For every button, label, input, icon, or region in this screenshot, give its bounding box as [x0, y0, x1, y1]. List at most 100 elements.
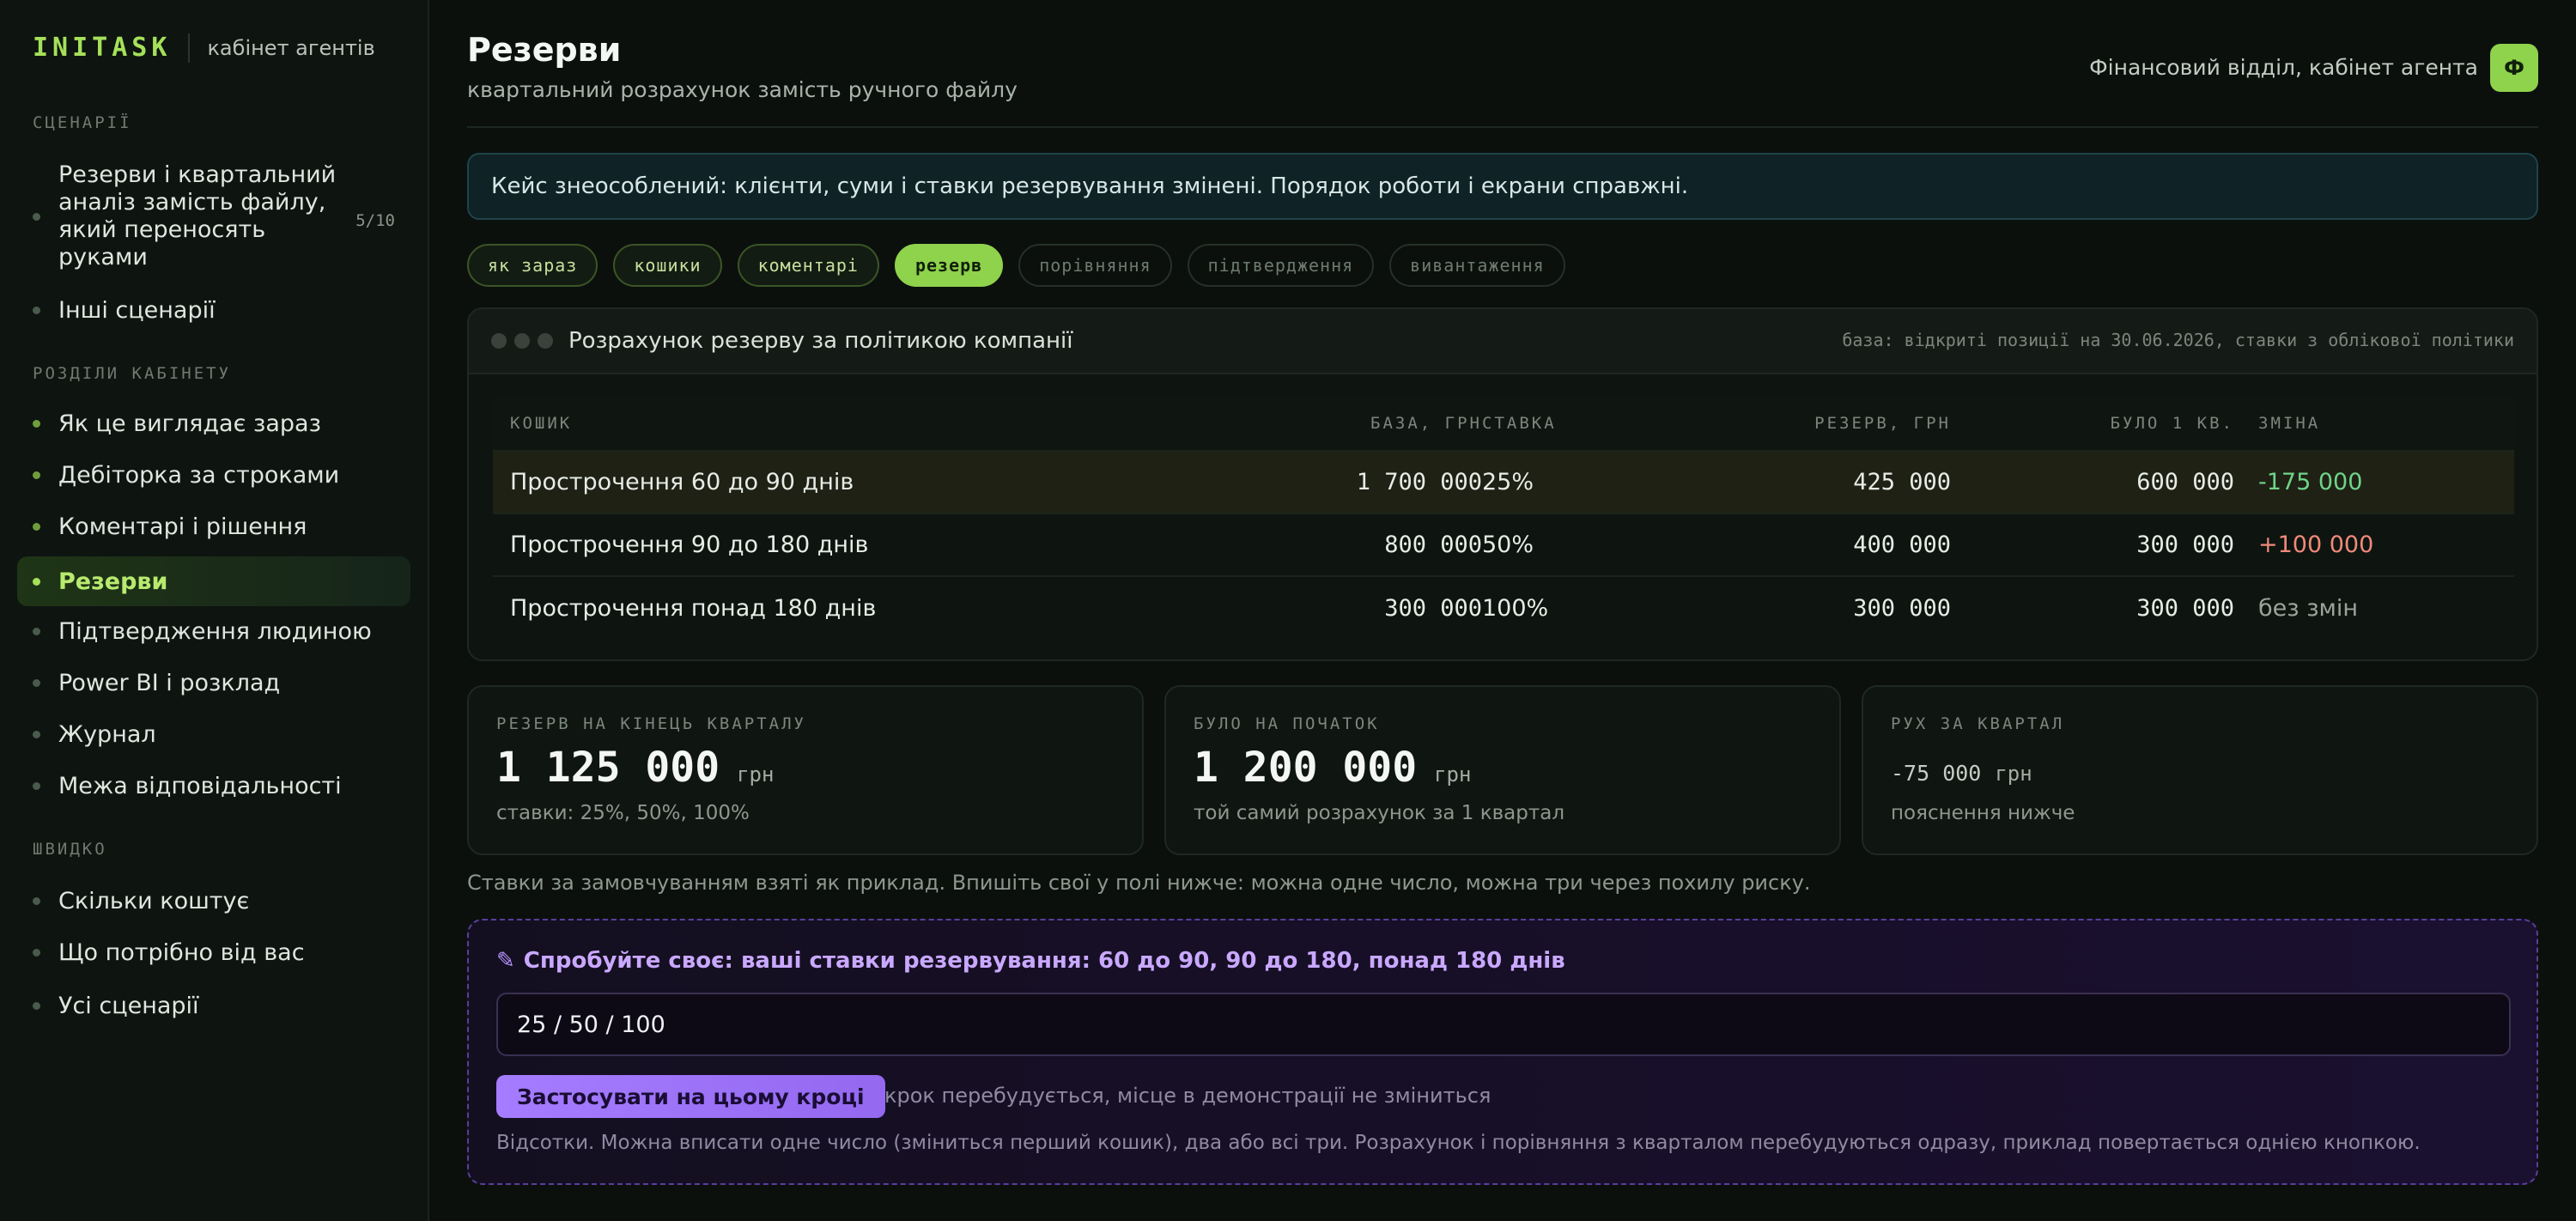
- brand: INITASK кабінет агентів: [33, 33, 375, 63]
- stat-unit: грн: [1995, 762, 2032, 786]
- cell-bucket: Прострочення понад 180 днів: [510, 595, 877, 622]
- user-label: Фінансовий відділ, кабінет агента: [2089, 55, 2478, 80]
- bullet-icon: [33, 679, 40, 687]
- bullet-icon: [33, 628, 40, 635]
- try-title: ✎ Спробуйте своє: ваші ставки резервуван…: [496, 948, 1565, 974]
- stat-label: БУЛО НА ПОЧАТОК: [1194, 714, 1380, 733]
- bullet-icon: [33, 782, 40, 790]
- stat-unit: грн: [737, 762, 775, 787]
- sidebar-item-label: Підтвердження людиною: [58, 617, 372, 645]
- sidebar-item-comments[interactable]: Коментарі і рішення: [17, 505, 410, 548]
- stat-reserve-start: БУЛО НА ПОЧАТОК 1 200 000 грн той самий …: [1164, 685, 1841, 855]
- col-change: ЗМІНА: [2258, 414, 2321, 433]
- cell-base: 800 000: [1384, 532, 1482, 558]
- stat-note: той самий розрахунок за 1 квартал: [1194, 802, 1565, 824]
- bullet-icon: [33, 471, 40, 479]
- scenarios-label: СЦЕНАРІЇ: [33, 113, 132, 132]
- cell-was: 300 000: [2136, 595, 2234, 622]
- sidebar-scenario-reserves[interactable]: Резерви і квартальний аналіз замість фай…: [17, 158, 410, 275]
- stat-value: -75 000 грн: [1891, 761, 2032, 786]
- bullet-icon: [33, 897, 40, 905]
- header-divider: [467, 126, 2538, 128]
- card-header: Розрахунок резерву за політикою компанії…: [469, 309, 2537, 374]
- stat-number: 1 200 000: [1194, 744, 1418, 792]
- cell-base: 300 000: [1384, 595, 1482, 622]
- bullet-icon: [33, 578, 40, 586]
- sidebar-item-cost[interactable]: Скільки коштує: [17, 879, 410, 922]
- stat-note: ставки: 25%, 50%, 100%: [496, 802, 750, 824]
- stat-reserve-end: РЕЗЕРВ НА КІНЕЦЬ КВАРТАЛУ 1 125 000 грн …: [467, 685, 1144, 855]
- bullet-icon: [33, 307, 40, 314]
- sidebar-item-label: Скільки коштує: [58, 887, 250, 914]
- brand-divider: [188, 33, 191, 63]
- cell-was: 600 000: [2136, 469, 2234, 495]
- quick-label: ШВИДКО: [33, 840, 107, 859]
- sidebar: INITASK кабінет агентів СЦЕНАРІЇ Резерви…: [0, 0, 429, 1221]
- try-footnote: Відсотки. Можна вписати одне число (змін…: [496, 1132, 2421, 1154]
- sidebar-item-label: Як це виглядає зараз: [58, 410, 321, 437]
- stat-number: -75 000: [1891, 761, 1982, 786]
- cell-was: 300 000: [2136, 532, 2234, 558]
- col-rate: СТАВКА: [1482, 414, 1557, 433]
- step-chip-comments[interactable]: коментарі: [737, 244, 879, 287]
- sidebar-item-all-scenarios[interactable]: Усі сценарії: [17, 984, 410, 1027]
- sections-label: РОЗДІЛИ КАБІНЕТУ: [33, 364, 232, 383]
- table-row[interactable]: Прострочення 90 до 180 днів 800 000 50% …: [493, 514, 2514, 577]
- sidebar-item-receivables[interactable]: Дебіторка за строками: [17, 453, 410, 496]
- sidebar-scenario-label: Інші сценарії: [58, 296, 216, 324]
- stat-value: 1 125 000 грн: [496, 744, 774, 792]
- card-meta: база: відкриті позиції на 30.06.2026, ст…: [1842, 330, 2514, 350]
- sidebar-item-label: Power BI і розклад: [58, 669, 281, 696]
- try-title-text: Спробуйте своє: ваші ставки резервування…: [523, 948, 1565, 974]
- step-chip-approval[interactable]: підтвердження: [1187, 244, 1375, 287]
- rates-input[interactable]: [496, 993, 2511, 1056]
- reserve-table: КОШИК БАЗА, ГРН СТАВКА РЕЗЕРВ, ГРН БУЛО …: [493, 397, 2514, 640]
- stat-unit: грн: [1434, 762, 1472, 787]
- col-was: БУЛО 1 КВ.: [2110, 414, 2234, 433]
- cell-change: +100 000: [2258, 532, 2374, 558]
- sidebar-scenario-label: Резерви і квартальний аналіз замість фай…: [58, 161, 337, 270]
- sidebar-item-label: Усі сценарії: [58, 992, 199, 1019]
- step-chip-reserve[interactable]: резерв: [894, 244, 1004, 287]
- sidebar-item-requirements[interactable]: Що потрібно від вас: [17, 931, 410, 974]
- col-base: БАЗА, ГРН: [1370, 414, 1482, 433]
- cell-reserve: 425 000: [1853, 469, 1951, 495]
- page-subtitle: квартальний розрахунок замість ручного ф…: [467, 77, 1018, 102]
- step-chips: як зараз кошики коментарі резерв порівня…: [467, 244, 1565, 287]
- cell-rate: 25%: [1482, 469, 1534, 495]
- table-row[interactable]: Прострочення понад 180 днів 300 000 100%…: [493, 577, 2514, 640]
- scenario-progress: 5/10: [355, 211, 395, 230]
- col-reserve: РЕЗЕРВ, ГРН: [1814, 414, 1951, 433]
- apply-button[interactable]: Застосувати на цьому кроці: [496, 1075, 885, 1118]
- brand-subtitle: кабінет агентів: [207, 35, 375, 60]
- sidebar-item-powerbi[interactable]: Power BI і розклад: [17, 661, 410, 704]
- bullet-icon: [33, 949, 40, 957]
- sidebar-item-human-approval[interactable]: Підтвердження людиною: [17, 610, 410, 653]
- sidebar-item-responsibility[interactable]: Межа відповідальності: [17, 764, 410, 807]
- sidebar-item-label: Дебіторка за строками: [58, 461, 340, 489]
- sidebar-item-label: Журнал: [58, 720, 156, 748]
- sidebar-item-journal[interactable]: Журнал: [17, 713, 410, 756]
- stat-label: РУХ ЗА КВАРТАЛ: [1891, 714, 2065, 733]
- bullet-icon: [33, 523, 40, 531]
- step-chip-current[interactable]: як зараз: [467, 244, 598, 287]
- sidebar-scenario-other[interactable]: Інші сценарії: [17, 289, 410, 331]
- try-your-rates-panel: ✎ Спробуйте своє: ваші ставки резервуван…: [467, 919, 2538, 1185]
- stat-number: 1 125 000: [496, 744, 720, 792]
- step-chip-comparison[interactable]: порівняння: [1018, 244, 1172, 287]
- cell-change: -175 000: [2258, 469, 2363, 495]
- sidebar-item-current-state[interactable]: Як це виглядає зараз: [17, 402, 410, 445]
- cell-bucket: Прострочення 90 до 180 днів: [510, 532, 869, 558]
- bullet-icon: [33, 731, 40, 738]
- cell-base: 1 700 000: [1356, 469, 1482, 495]
- step-chip-export[interactable]: вивантаження: [1389, 244, 1565, 287]
- stat-label: РЕЗЕРВ НА КІНЕЦЬ КВАРТАЛУ: [496, 714, 806, 733]
- table-row[interactable]: Прострочення 60 до 90 днів 1 700 000 25%…: [493, 452, 2514, 514]
- avatar[interactable]: Ф: [2490, 44, 2538, 92]
- cell-reserve: 400 000: [1853, 532, 1951, 558]
- cell-bucket: Прострочення 60 до 90 днів: [510, 469, 854, 495]
- bullet-icon: [33, 1002, 40, 1010]
- brand-logo[interactable]: INITASK: [33, 33, 171, 63]
- sidebar-item-reserves[interactable]: Резерви: [17, 556, 410, 606]
- step-chip-buckets[interactable]: кошики: [613, 244, 722, 287]
